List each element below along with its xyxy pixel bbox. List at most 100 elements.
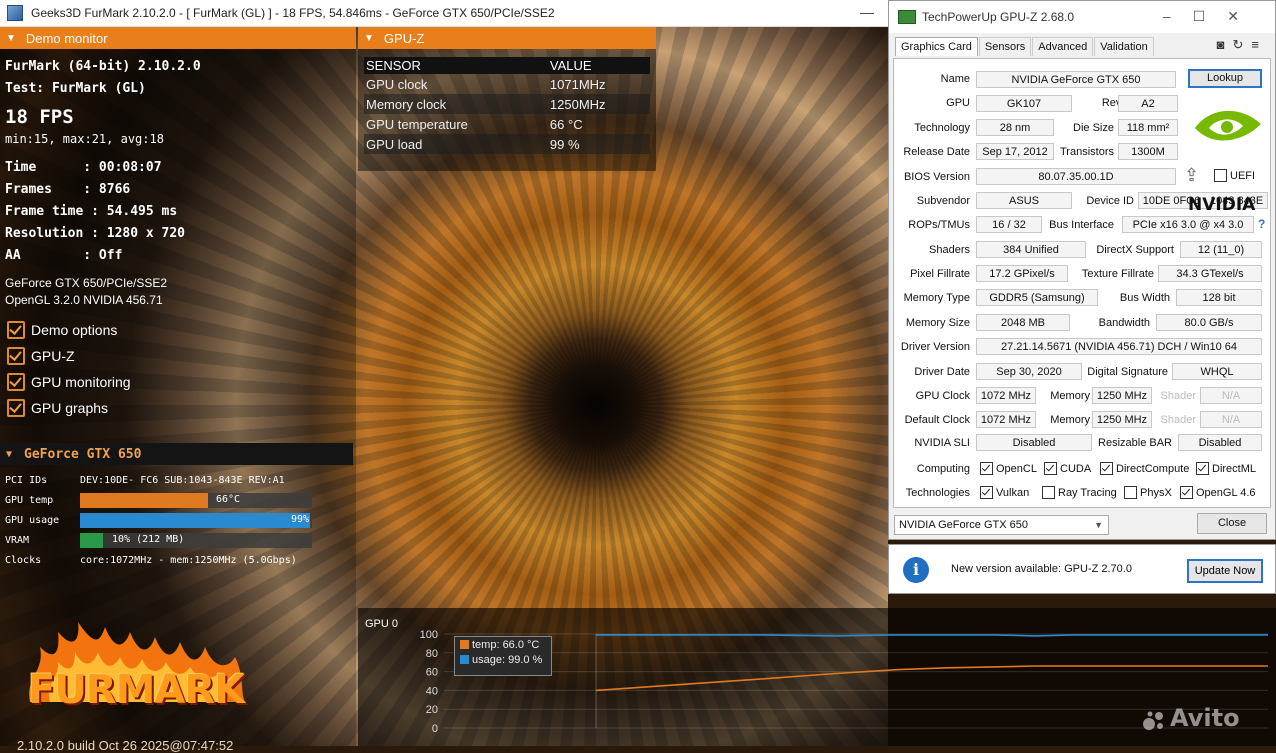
computing-directcompute[interactable]: DirectCompute <box>1100 462 1189 475</box>
table-row: Memory clock 1250MHz <box>364 94 650 114</box>
camera-icon[interactable]: ◙ <box>1217 37 1233 52</box>
bandwidth-value: 80.0 GB/s <box>1156 314 1262 331</box>
stat-resolution: Resolution : 1280 x 720 <box>5 226 186 241</box>
stat-frame-time: Frame time : 54.495 ms <box>5 204 178 219</box>
memory-clock-value: 1250 MHz <box>1092 387 1152 404</box>
sensor-name: GPU load <box>364 134 548 154</box>
tab-sensors[interactable]: Sensors <box>978 37 1032 56</box>
tech-opengl[interactable]: OpenGL 4.6 <box>1180 486 1256 499</box>
graphics-card-panel: Name NVIDIA GeForce GTX 650 Lookup GPU G… <box>893 58 1271 508</box>
refresh-icon[interactable]: ↻ <box>1233 37 1252 52</box>
option-gpu-monitoring[interactable]: GPU monitoring <box>5 369 351 395</box>
gpu-clock-label: GPU Clock <box>915 390 970 402</box>
technology-label: Technology <box>914 122 970 134</box>
gpuz-title: TechPowerUp GPU-Z 2.68.0 <box>922 10 1075 24</box>
release-date-label: Release Date <box>903 146 970 158</box>
default-memory-label: Memory <box>1050 414 1090 426</box>
window-controls[interactable]: — <box>860 4 874 20</box>
rops-label: ROPs/TMUs <box>908 219 970 231</box>
gpuz-overlay-header[interactable]: ▼ GPU-Z <box>358 27 656 49</box>
update-now-button[interactable]: Update Now <box>1187 559 1263 583</box>
checkbox-icon <box>1124 486 1137 499</box>
tech-ray-tracing[interactable]: Ray Tracing <box>1042 486 1117 499</box>
y-tick-label: 60 <box>426 667 438 679</box>
window-controls[interactable]: –☐✕ <box>1163 8 1261 25</box>
window-title: Geeks3D FurMark 2.10.2.0 - [ FurMark (GL… <box>31 6 555 20</box>
app-version-line: FurMark (64-bit) 2.10.2.0 <box>5 59 201 74</box>
resizable-bar-label: Resizable BAR <box>1098 437 1172 449</box>
card-select[interactable]: NVIDIA GeForce GTX 650 ▼ <box>894 515 1109 535</box>
vram-bar: 10% (212 MB) <box>80 532 312 548</box>
test-line: Test: FurMark (GL) <box>5 81 146 96</box>
gpuz-app-icon <box>898 10 916 24</box>
checkbox-label: DirectCompute <box>1116 462 1190 475</box>
option-label: GPU graphs <box>31 400 109 416</box>
driver-version-value: 27.21.14.5671 (NVIDIA 456.71) DCH / Win1… <box>976 338 1262 355</box>
checkbox-label: OpenCL <box>996 462 1037 475</box>
texture-fillrate-value: 34.3 GTexel/s <box>1158 265 1262 282</box>
tab-validation[interactable]: Validation <box>1094 37 1154 56</box>
help-icon[interactable]: ? <box>1258 217 1265 231</box>
computing-label: Computing <box>916 463 970 475</box>
fps-stats: min:15, max:21, avg:18 <box>5 132 164 146</box>
vram-fill <box>80 532 104 548</box>
gpu-value: GK107 <box>976 95 1072 112</box>
gpu-panel-title: GeForce GTX 650 <box>24 446 142 462</box>
memory-clock-label: Memory <box>1050 390 1090 402</box>
option-gpu-z[interactable]: GPU-Z <box>5 343 351 369</box>
tab-advanced[interactable]: Advanced <box>1032 37 1094 56</box>
clocks-value: core:1072MHz - mem:1250MHz (5.0Gbps) <box>80 554 297 566</box>
renderer-line: GeForce GTX 650/PCIe/SSE2 <box>5 276 168 290</box>
table-row: GPU clock 1071MHz <box>364 74 650 94</box>
menu-icon[interactable]: ≡ <box>1251 37 1267 52</box>
computing-opencl[interactable]: OpenCL <box>980 462 1037 475</box>
table-row: GPU temperature 66 °C <box>364 114 650 134</box>
close-button[interactable]: Close <box>1197 513 1267 534</box>
option-label: GPU-Z <box>31 348 75 364</box>
gpu-temp-bar: 66°C <box>80 492 312 508</box>
legend-swatch-usage <box>460 655 469 664</box>
gpu-usage-bar: 99% <box>80 512 312 528</box>
share-icon[interactable]: ⇪ <box>1184 165 1199 186</box>
gpuz-window: TechPowerUp GPU-Z 2.68.0 –☐✕ Graphics Ca… <box>888 0 1276 540</box>
gpuz-titlebar: TechPowerUp GPU-Z 2.68.0 –☐✕ <box>889 1 1275 33</box>
option-gpu-graphs[interactable]: GPU graphs <box>5 395 351 421</box>
tech-vulkan[interactable]: Vulkan <box>980 486 1029 499</box>
computing-directml[interactable]: DirectML <box>1196 462 1256 475</box>
checkbox-label: CUDA <box>1060 462 1092 475</box>
tab-graphics-card[interactable]: Graphics Card <box>895 37 978 56</box>
default-clock-value: 1072 MHz <box>976 411 1036 428</box>
stat-frames: Frames : 8766 <box>5 182 131 197</box>
option-demo-options[interactable]: Demo options <box>5 317 351 343</box>
tech-physx[interactable]: PhysX <box>1124 486 1172 499</box>
checkbox-icon <box>7 321 25 339</box>
sensor-name: GPU clock <box>366 76 428 92</box>
uefi-label: UEFI <box>1230 169 1256 182</box>
lookup-button[interactable]: Lookup <box>1188 69 1262 88</box>
furmark-titlebar: Geeks3D FurMark 2.10.2.0 - [ FurMark (GL… <box>0 0 888 27</box>
sensor-value: 1071MHz <box>549 76 606 92</box>
uefi-checkbox[interactable]: UEFI <box>1214 169 1255 182</box>
checkbox-label: Vulkan <box>996 486 1030 499</box>
gpu-temp-fill <box>80 492 208 508</box>
clocks-row: Clocks core:1072MHz - mem:1250MHz (5.0Gb… <box>5 550 350 570</box>
default-shader-label: Shader <box>1160 414 1196 426</box>
checkbox-icon <box>7 373 25 391</box>
collapse-triangle-icon: ▼ <box>6 32 16 44</box>
driver-version-label: Driver Version <box>900 341 970 353</box>
texture-fillrate-label: Texture Fillrate <box>1081 268 1154 280</box>
sensor-table: SENSOR VALUE GPU clock 1071MHz Memory clo… <box>364 57 650 154</box>
bus-interface-label: Bus Interface <box>1049 219 1114 231</box>
resizable-bar-value: Disabled <box>1178 434 1262 451</box>
sensor-name: Memory clock <box>364 94 548 114</box>
transistors-label: Transistors <box>1060 146 1114 158</box>
gpu-panel-header[interactable]: ▼ GeForce GTX 650 <box>0 443 353 465</box>
checkbox-label: DirectML <box>1212 462 1257 475</box>
name-label: Name <box>940 73 970 85</box>
demo-monitor-header[interactable]: ▼ Demo monitor <box>0 27 356 49</box>
transistors-value: 1300M <box>1118 143 1178 160</box>
pci-ids-label: PCI IDs <box>5 474 48 486</box>
computing-cuda[interactable]: CUDA <box>1044 462 1091 475</box>
nvidia-eye-icon <box>1187 94 1269 162</box>
option-label: Demo options <box>31 322 118 338</box>
